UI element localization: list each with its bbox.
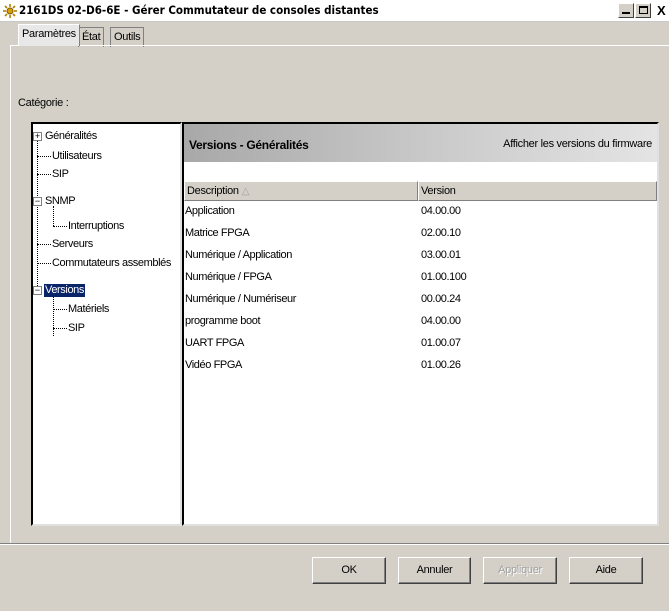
close-icon: X — [657, 3, 666, 18]
tree-item-generalites[interactable]: Généralités — [45, 130, 97, 143]
cell-version: 04.00.00 — [421, 205, 461, 217]
collapse-icon[interactable]: − — [33, 197, 42, 206]
tab-etat[interactable]: État — [78, 27, 105, 47]
tree-line — [37, 138, 38, 288]
versions-panel: Versions - Généralités Afficher les vers… — [182, 122, 659, 526]
table-header: Description △ Version — [184, 181, 657, 201]
separator — [0, 543, 669, 545]
maximize-icon — [639, 6, 648, 14]
tree-item-snmp[interactable]: SNMP — [45, 195, 76, 208]
tree-line — [37, 174, 51, 175]
cell-version: 00.00.24 — [421, 293, 461, 305]
cell-description: Numérique / Application — [185, 249, 292, 261]
minimize-icon — [622, 12, 630, 14]
apply-button[interactable]: Appliquer — [483, 557, 557, 584]
cell-version: 01.00.26 — [421, 359, 461, 371]
tab-parametres[interactable]: Paramètres — [18, 24, 80, 46]
cell-description: Numérique / Numériseur — [185, 293, 297, 305]
tree-item-interruptions[interactable]: Interruptions — [68, 220, 124, 233]
cell-description: Application — [185, 205, 235, 217]
sort-ascending-icon: △ — [241, 186, 250, 197]
tree-item-versions[interactable]: Versions — [44, 284, 85, 297]
cell-version: 03.00.01 — [421, 249, 461, 261]
tree-item-sip-versions[interactable]: SIP — [68, 322, 85, 335]
cell-description: Matrice FPGA — [185, 227, 250, 239]
expand-icon[interactable]: + — [33, 132, 42, 141]
maximize-button[interactable] — [635, 3, 651, 18]
tree-line — [53, 328, 67, 329]
cell-version: 02.00.10 — [421, 227, 461, 239]
tree-item-utilisateurs[interactable]: Utilisateurs — [52, 150, 102, 163]
switch-app-icon — [3, 4, 17, 18]
cell-version: 04.00.00 — [421, 315, 461, 327]
tree-line — [37, 263, 51, 264]
tab-label: État — [82, 31, 101, 43]
category-tree[interactable]: + Généralités Utilisateurs SIP − SNMP In… — [31, 122, 182, 526]
tree-line — [53, 226, 67, 227]
cell-description: Vidéo FPGA — [185, 359, 242, 371]
help-button[interactable]: Aide — [569, 557, 643, 584]
cell-version: 01.00.07 — [421, 337, 461, 349]
title-bar: 2161DS 02-D6-6E - Gérer Commutateur de c… — [0, 0, 669, 22]
column-label: Description — [187, 185, 239, 197]
tree-item-materiels[interactable]: Matériels — [68, 303, 109, 316]
close-button[interactable]: X — [653, 3, 669, 18]
tree-item-serveurs[interactable]: Serveurs — [52, 238, 93, 251]
tree-item-sip[interactable]: SIP — [52, 168, 69, 181]
tree-item-commutateurs-assembles[interactable]: Commutateurs assemblés — [52, 257, 171, 270]
column-header-version[interactable]: Version — [418, 181, 657, 201]
tree-line — [53, 206, 54, 226]
cell-description: programme boot — [185, 315, 261, 327]
cell-description: Numérique / FPGA — [185, 271, 272, 283]
tree-line — [53, 296, 54, 336]
firmware-versions-link[interactable]: Afficher les versions du firmware — [503, 138, 652, 150]
panel-header: Versions - Généralités Afficher les vers… — [184, 124, 657, 162]
cancel-button[interactable]: Annuler — [398, 557, 471, 584]
ok-button[interactable]: OK — [312, 557, 386, 584]
tab-label: Outils — [114, 31, 141, 43]
minimize-button[interactable] — [618, 3, 634, 18]
tab-outils[interactable]: Outils — [110, 27, 145, 47]
collapse-icon[interactable]: − — [33, 286, 42, 295]
panel-title: Versions - Généralités — [189, 138, 309, 152]
tree-line — [53, 309, 67, 310]
tree-line — [37, 244, 51, 245]
window-title: 2161DS 02-D6-6E - Gérer Commutateur de c… — [19, 3, 379, 17]
cell-version: 01.00.100 — [421, 271, 467, 283]
column-label: Version — [421, 185, 456, 197]
cell-description: UART FPGA — [185, 337, 244, 349]
tab-label: Paramètres — [22, 28, 76, 40]
tree-line — [37, 156, 51, 157]
category-label: Catégorie : — [18, 97, 69, 109]
column-header-description[interactable]: Description △ — [184, 181, 418, 201]
